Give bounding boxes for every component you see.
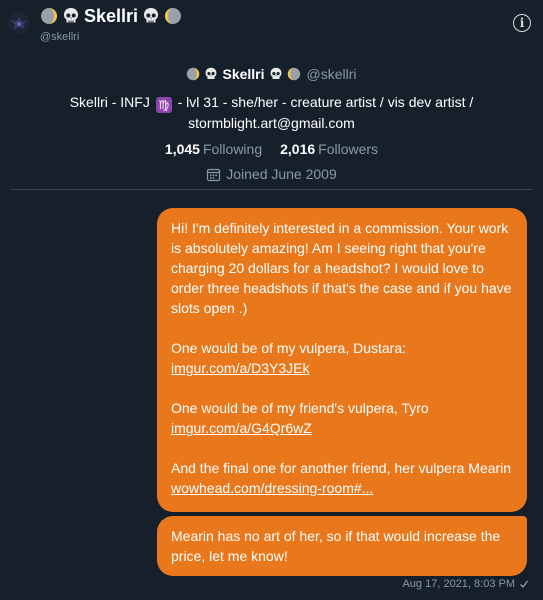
virgo-icon: ♍ — [155, 97, 172, 113]
followers-stat[interactable]: 2,016 Followers — [280, 141, 378, 157]
divider — [10, 189, 533, 190]
joined-date: Joined June 2009 — [0, 164, 543, 184]
dm-conversation: Skellri @skellri i Skellri @skellri Skel… — [0, 0, 543, 600]
profile-summary: Skellri @skellri Skellri - INFJ ♍ - lvl … — [0, 64, 543, 184]
followers-label: Followers — [318, 141, 379, 157]
follow-stats: 1,045 Following 2,016 Followers — [0, 139, 543, 159]
header-name-text: Skellri — [84, 5, 139, 26]
waxing-moon-icon — [287, 67, 300, 81]
message-bubble[interactable]: Mearin has no art of her, so if that wou… — [157, 516, 527, 576]
header-display-name[interactable]: Skellri — [40, 5, 182, 27]
info-icon[interactable]: i — [513, 14, 531, 32]
message-paragraph: And the final one for another friend, he… — [171, 460, 512, 476]
profile-display-name: Skellri — [222, 66, 265, 82]
following-label: Following — [202, 141, 263, 157]
message-link[interactable]: imgur.com/a/D3Y3JEk — [171, 360, 310, 376]
joined-text: Joined June 2009 — [226, 166, 337, 182]
message-paragraph: Mearin has no art of her, so if that wou… — [171, 528, 501, 564]
conversation-header: Skellri @skellri i — [0, 0, 543, 52]
skull-icon — [64, 8, 78, 23]
followers-count: 2,016 — [280, 141, 316, 157]
timestamp-text: Aug 17, 2021, 8:03 PM — [402, 578, 515, 590]
message-link[interactable]: wowhead.com/dressing-room#... — [171, 480, 373, 496]
following-count: 1,045 — [164, 141, 200, 157]
waxing-moon-icon — [165, 8, 182, 24]
message-paragraph: One would be of my vulpera, Dustara: — [171, 340, 407, 356]
skull-icon — [270, 67, 281, 80]
avatar-image — [8, 12, 30, 34]
bio-text-end: - lvl 31 - she/her - creature artist / v… — [177, 94, 474, 131]
message-link[interactable]: imgur.com/a/G4Qr6wZ — [171, 420, 312, 436]
calendar-icon — [207, 168, 221, 181]
profile-bio: Skellri - INFJ ♍ - lvl 31 - she/her - cr… — [52, 92, 492, 133]
profile-handle: @skellri — [306, 66, 357, 82]
skull-icon — [144, 8, 159, 23]
following-stat[interactable]: 1,045 Following — [165, 141, 262, 157]
message-paragraph: One would be of my friend's vulpera, Tyr… — [171, 400, 429, 416]
skull-icon — [206, 67, 217, 80]
avatar[interactable] — [8, 12, 30, 34]
message-timestamp: Aug 17, 2021, 8:03 PM — [402, 578, 529, 590]
bio-text-start: Skellri - INFJ — [69, 94, 150, 110]
profile-name-row[interactable]: Skellri @skellri — [0, 64, 543, 84]
message-paragraph: Hi! I'm definitely interested in a commi… — [171, 220, 512, 316]
sent-check-icon — [520, 580, 529, 588]
message-bubble[interactable]: Hi! I'm definitely interested in a commi… — [157, 208, 527, 512]
waning-moon-icon — [41, 8, 57, 24]
header-handle: @skellri — [40, 31, 80, 43]
waning-moon-icon — [187, 67, 200, 81]
